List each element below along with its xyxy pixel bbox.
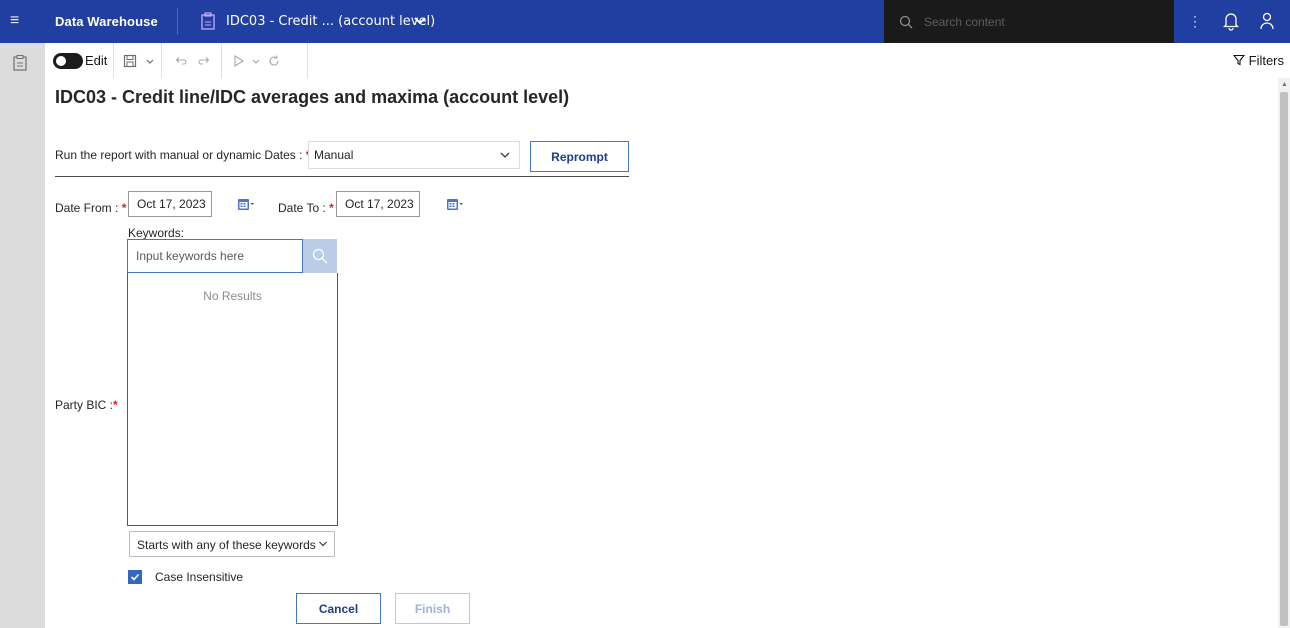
date-to-label-text: Date To : bbox=[278, 201, 326, 215]
keywords-label: Keywords: bbox=[128, 226, 185, 240]
chevron-down-icon[interactable] bbox=[412, 13, 428, 29]
run-dates-label: Run the report with manual or dynamic Da… bbox=[55, 148, 310, 162]
no-results-text: No Results bbox=[203, 289, 262, 303]
app-name[interactable]: Data Warehouse bbox=[55, 14, 158, 29]
case-insensitive-checkbox[interactable] bbox=[128, 570, 142, 584]
toolbar-divider bbox=[307, 43, 308, 78]
edit-label: Edit bbox=[85, 53, 108, 68]
overflow-menu-icon[interactable]: ⋮ bbox=[1188, 13, 1202, 30]
chevron-down-icon bbox=[500, 152, 510, 158]
report-pages-icon[interactable] bbox=[13, 55, 27, 71]
finish-button[interactable]: Finish bbox=[395, 593, 470, 624]
run-options-chevron-icon[interactable] bbox=[251, 53, 261, 69]
edit-toggle[interactable] bbox=[53, 53, 83, 69]
keyword-match-select[interactable]: Starts with any of these keywords bbox=[129, 531, 335, 557]
required-asterisk: * bbox=[121, 201, 127, 215]
keyword-match-value: Starts with any of these keywords bbox=[137, 538, 316, 552]
date-from-label: Date From : * bbox=[55, 201, 126, 215]
checkmark-icon bbox=[130, 573, 140, 581]
scrollbar-thumb[interactable] bbox=[1280, 92, 1288, 626]
toolbar-divider bbox=[113, 43, 114, 78]
filters-button[interactable]: Filters bbox=[1232, 53, 1285, 68]
date-from-input[interactable]: Oct 17, 2023 bbox=[128, 191, 212, 217]
section-divider bbox=[55, 176, 629, 177]
search-icon bbox=[312, 248, 328, 264]
left-side-rail bbox=[0, 43, 45, 628]
date-to-label: Date To : * bbox=[278, 201, 334, 215]
vertical-scrollbar[interactable]: ▲ bbox=[1278, 78, 1290, 628]
hamburger-menu-icon[interactable]: ≡ bbox=[10, 12, 28, 30]
party-bic-label-text: Party BIC : bbox=[55, 398, 114, 412]
undo-icon[interactable] bbox=[173, 53, 187, 69]
cancel-button[interactable]: Cancel bbox=[296, 593, 381, 624]
party-bic-label: Party BIC :* bbox=[55, 398, 118, 412]
filters-label: Filters bbox=[1248, 53, 1285, 68]
date-mode-value: Manual bbox=[314, 148, 354, 162]
topbar-divider bbox=[177, 8, 178, 35]
redo-icon[interactable] bbox=[198, 53, 212, 69]
calendar-icon[interactable] bbox=[237, 197, 255, 211]
search-input[interactable]: Search content bbox=[924, 15, 1005, 29]
required-asterisk: * bbox=[329, 201, 334, 215]
page-title: IDC03 - Credit line/IDC averages and max… bbox=[55, 87, 570, 107]
keywords-input[interactable]: Input keywords here bbox=[127, 239, 303, 273]
keywords-search-button[interactable] bbox=[303, 239, 337, 273]
toolbar-divider bbox=[221, 43, 222, 78]
filter-icon bbox=[1232, 54, 1246, 66]
notification-bell-icon[interactable] bbox=[1222, 11, 1240, 31]
user-profile-icon[interactable] bbox=[1259, 11, 1275, 31]
report-icon bbox=[201, 12, 215, 30]
date-to-input[interactable]: Oct 17, 2023 bbox=[336, 191, 420, 217]
top-navigation-bar: ≡ Data Warehouse IDC03 - Credit ... (acc… bbox=[0, 0, 1290, 43]
chevron-down-icon bbox=[319, 541, 327, 547]
calendar-icon[interactable] bbox=[446, 197, 464, 211]
reprompt-button[interactable]: Reprompt bbox=[530, 141, 629, 172]
toolbar-divider bbox=[161, 43, 162, 78]
date-mode-select[interactable]: Manual bbox=[308, 141, 520, 169]
run-dates-label-text: Run the report with manual or dynamic Da… bbox=[55, 148, 303, 162]
report-tab-title[interactable]: IDC03 - Credit ... (account level) bbox=[226, 14, 435, 29]
refresh-icon[interactable] bbox=[267, 53, 281, 69]
save-icon[interactable] bbox=[123, 53, 137, 69]
date-from-label-text: Date From : bbox=[55, 201, 119, 215]
search-icon bbox=[899, 15, 913, 29]
run-icon[interactable] bbox=[233, 53, 245, 69]
search-content-box[interactable]: Search content bbox=[884, 0, 1174, 43]
report-toolbar: Edit Filters bbox=[45, 43, 1290, 78]
save-options-chevron-icon[interactable] bbox=[145, 53, 155, 69]
case-insensitive-label: Case Insensitive bbox=[155, 570, 244, 584]
party-bic-results-list[interactable]: No Results bbox=[127, 273, 338, 526]
required-asterisk: * bbox=[113, 398, 118, 412]
scroll-up-icon[interactable]: ▲ bbox=[1281, 81, 1288, 88]
